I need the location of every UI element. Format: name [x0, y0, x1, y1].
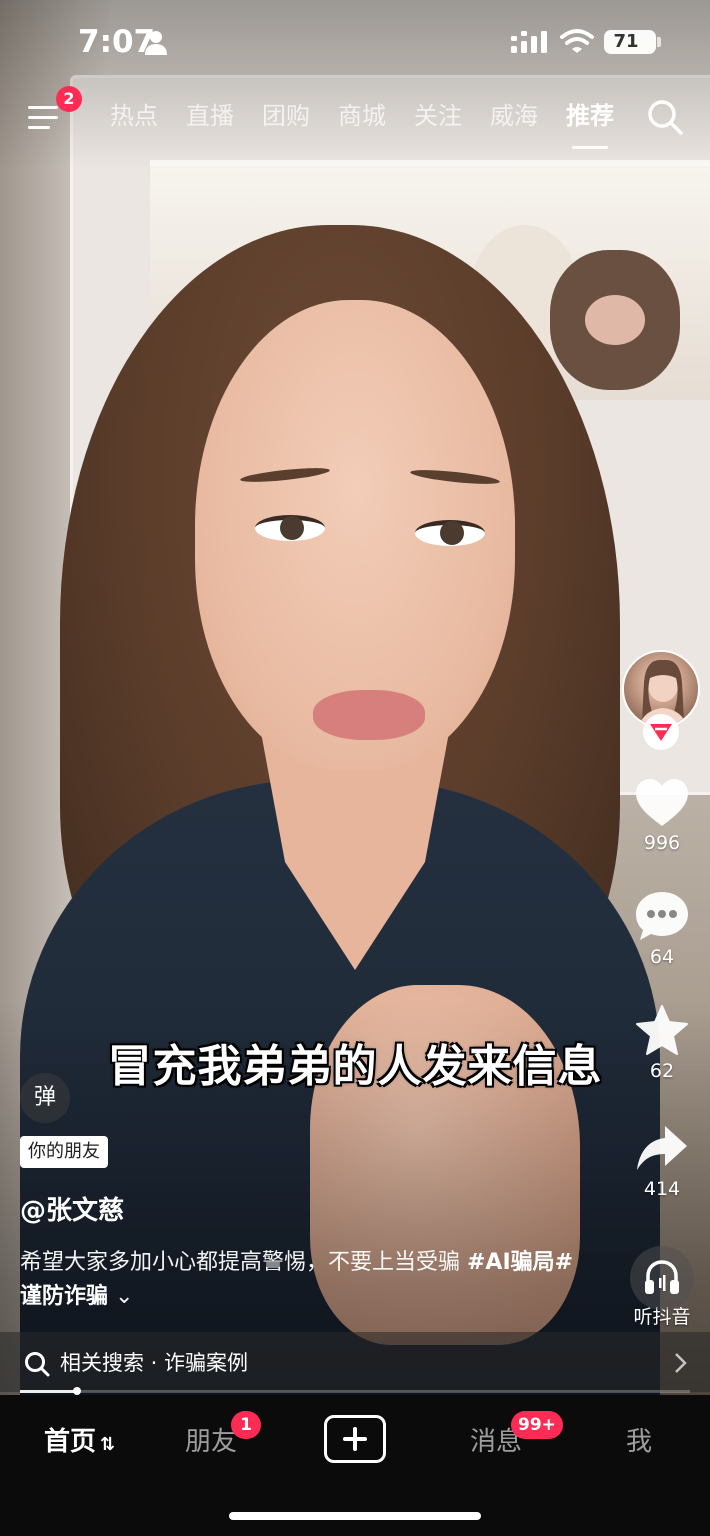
bottom-tab-me[interactable]: 我 [626, 1421, 652, 1458]
tab-live[interactable]: 直播 [172, 98, 248, 134]
plus-icon [343, 1427, 367, 1451]
home-indicator [229, 1512, 481, 1520]
status-bar: 7:07 71 [0, 0, 710, 84]
related-search-bar[interactable]: 相关搜索 · 诈骗案例 [0, 1332, 710, 1392]
comment-icon [636, 892, 688, 940]
search-icon[interactable] [646, 98, 684, 136]
refresh-toggle-icon: ⇅ [100, 1434, 116, 1455]
battery-nub [657, 37, 661, 47]
author-name[interactable]: @张文慈 [20, 1190, 124, 1227]
follow-icon [650, 724, 672, 741]
tab-group-buy[interactable]: 团购 [248, 98, 324, 134]
caption-text: 希望大家多加小心都提高警惕，不要上当受骗 [20, 1250, 467, 1275]
related-search-text: 相关搜索 · 诈骗案例 [60, 1351, 249, 1375]
top-nav: 2 热点 直播 团购 商城 关注 威海 推荐 [0, 84, 710, 154]
video-progress-fill [20, 1390, 77, 1393]
video-subject-lips [313, 690, 425, 740]
listen-button[interactable]: 听抖音 [626, 1246, 698, 1329]
share-button[interactable]: 414 [622, 1124, 702, 1200]
danmu-button[interactable]: 弹 [20, 1073, 70, 1123]
video-subtitle: 冒充我弟弟的人发来信息 [107, 1041, 603, 1092]
share-icon [637, 1126, 687, 1170]
video-background-toy-face [585, 295, 645, 345]
person-icon [145, 31, 167, 55]
friends-badge: 1 [231, 1411, 261, 1439]
video-subject-iris [280, 516, 304, 540]
signal-icon [511, 31, 547, 53]
tab-local[interactable]: 威海 [476, 98, 552, 134]
video-progress-handle[interactable] [72, 1387, 81, 1395]
video-caption[interactable]: 希望大家多加小心都提高警惕，不要上当受骗 #AI骗局#谨防诈骗 ⌄ [20, 1246, 580, 1314]
bottom-tab-home-label: 首页 [44, 1427, 97, 1457]
menu-badge: 2 [56, 86, 82, 112]
friend-tag: 你的朋友 [20, 1136, 108, 1168]
bottom-tab-home[interactable]: 首页 ⇅ [44, 1421, 115, 1458]
caption-expand-chevron[interactable]: ⌄ [115, 1284, 133, 1309]
tab-recommended[interactable]: 推荐 [552, 98, 628, 149]
video-subject-iris [440, 521, 464, 545]
follow-button[interactable] [643, 714, 679, 750]
like-count: 996 [643, 832, 681, 854]
battery-icon: 71 [604, 30, 656, 54]
share-count: 414 [643, 1178, 681, 1200]
create-button[interactable] [324, 1415, 386, 1463]
comment-count: 64 [649, 946, 675, 968]
battery-level: 71 [613, 31, 639, 52]
menu-icon[interactable] [28, 104, 64, 132]
messages-badge: 99+ [511, 1411, 563, 1439]
headphones-icon [645, 1260, 679, 1294]
top-tabs: 热点 直播 团购 商城 关注 威海 推荐 [96, 98, 628, 149]
video-player[interactable] [0, 0, 710, 1395]
wifi-icon [560, 29, 594, 53]
video-progress-bar[interactable] [20, 1387, 690, 1395]
chevron-right-icon [675, 1353, 687, 1373]
heart-icon [636, 779, 688, 826]
tab-hot[interactable]: 热点 [96, 98, 172, 134]
comment-button[interactable]: 64 [622, 890, 702, 968]
bottom-tab-bar: 首页 ⇅ 朋友 1 消息 99+ 我 [0, 1395, 710, 1536]
like-button[interactable]: 996 [622, 778, 702, 854]
bottom-tab-friends[interactable]: 朋友 [185, 1421, 237, 1458]
tab-following[interactable]: 关注 [400, 98, 476, 134]
caption-hashtag[interactable]: #AI骗局 [467, 1250, 555, 1275]
search-icon [25, 1352, 50, 1377]
tab-mall[interactable]: 商城 [324, 98, 400, 134]
listen-circle [630, 1246, 694, 1310]
